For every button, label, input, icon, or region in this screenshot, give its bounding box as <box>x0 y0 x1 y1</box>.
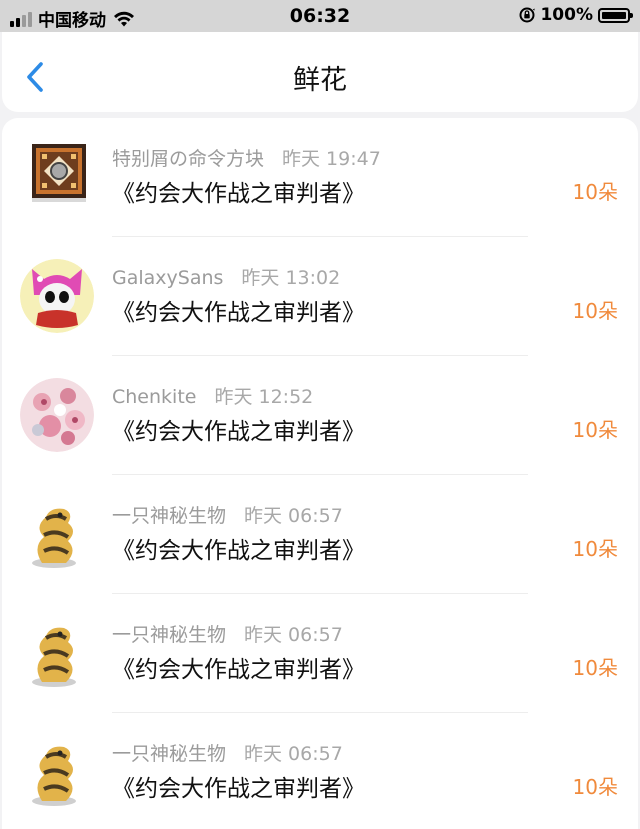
sender-name: Chenkite <box>112 386 197 408</box>
command-block-avatar[interactable] <box>26 138 92 204</box>
sender-meta: 一只神秘生物 昨天 06:57 <box>112 739 343 766</box>
battery-percent: 100% <box>540 5 593 25</box>
flower-count: 10朵 <box>572 418 618 442</box>
book-title: 《约会大作战之审判者》 <box>112 300 365 326</box>
flower-count: 10朵 <box>572 537 618 561</box>
sender-meta: 一只神秘生物 昨天 06:57 <box>112 501 343 528</box>
sender-meta: GalaxySans 昨天 13:02 <box>112 263 340 290</box>
timestamp: 昨天 06:57 <box>244 505 343 527</box>
status-right: 100% <box>518 5 633 25</box>
battery-icon <box>598 7 633 23</box>
sender-name: 一只神秘生物 <box>112 505 227 527</box>
list-item[interactable]: 一只神秘生物 昨天 06:57 《约会大作战之审判者》 10朵 <box>2 475 638 594</box>
sender-meta: 特别屑の命令方块 昨天 19:47 <box>112 144 381 171</box>
status-bar: 中国移动 06:32 100% <box>0 0 640 32</box>
timestamp: 昨天 13:02 <box>241 267 341 289</box>
list-item[interactable]: 一只神秘生物 昨天 06:57 《约会大作战之审判者》 10朵 <box>2 594 638 713</box>
timestamp: 昨天 06:57 <box>244 743 343 765</box>
flower-count: 10朵 <box>572 656 618 680</box>
flower-count: 10朵 <box>572 180 618 204</box>
sender-name: 一只神秘生物 <box>112 743 227 765</box>
book-title: 《约会大作战之审判者》 <box>112 538 365 564</box>
mystery-creature-avatar[interactable] <box>20 497 94 571</box>
flower-count: 10朵 <box>572 299 618 323</box>
page-title: 鲜花 <box>293 65 347 96</box>
list-item[interactable]: GalaxySans 昨天 13:02 《约会大作战之审判者》 10朵 <box>2 237 638 356</box>
list-item[interactable]: 一只神秘生物 昨天 06:57 《约会大作战之审判者》 10朵 <box>2 713 638 829</box>
timestamp: 昨天 06:57 <box>244 624 343 646</box>
pink-floral-avatar[interactable] <box>20 378 94 452</box>
book-title: 《约会大作战之审判者》 <box>112 181 365 207</box>
sender-name: 一只神秘生物 <box>112 624 227 646</box>
mystery-creature-avatar[interactable] <box>20 616 94 690</box>
sender-meta: 一只神秘生物 昨天 06:57 <box>112 620 343 647</box>
sender-name: GalaxySans <box>112 267 224 289</box>
flower-list: 特别屑の命令方块 昨天 19:47 《约会大作战之审判者》 10朵 GalaxyS… <box>2 118 638 829</box>
list-item[interactable]: 特别屑の命令方块 昨天 19:47 《约会大作战之审判者》 10朵 <box>2 118 638 237</box>
orientation-lock-icon <box>519 7 536 23</box>
book-title: 《约会大作战之审判者》 <box>112 419 365 445</box>
sender-name: 特别屑の命令方块 <box>112 148 265 170</box>
timestamp: 昨天 19:47 <box>282 148 381 170</box>
book-title: 《约会大作战之审判者》 <box>112 776 365 802</box>
flower-count: 10朵 <box>572 775 618 799</box>
book-title: 《约会大作战之审判者》 <box>112 657 365 683</box>
timestamp: 昨天 12:52 <box>214 386 314 408</box>
mystery-creature-avatar[interactable] <box>20 735 94 809</box>
nav-bar: 鲜花 <box>2 32 638 112</box>
sender-meta: Chenkite 昨天 12:52 <box>112 382 313 409</box>
list-item[interactable]: Chenkite 昨天 12:52 《约会大作战之审判者》 10朵 <box>2 356 638 475</box>
pink-hood-skull-avatar[interactable] <box>20 259 94 333</box>
